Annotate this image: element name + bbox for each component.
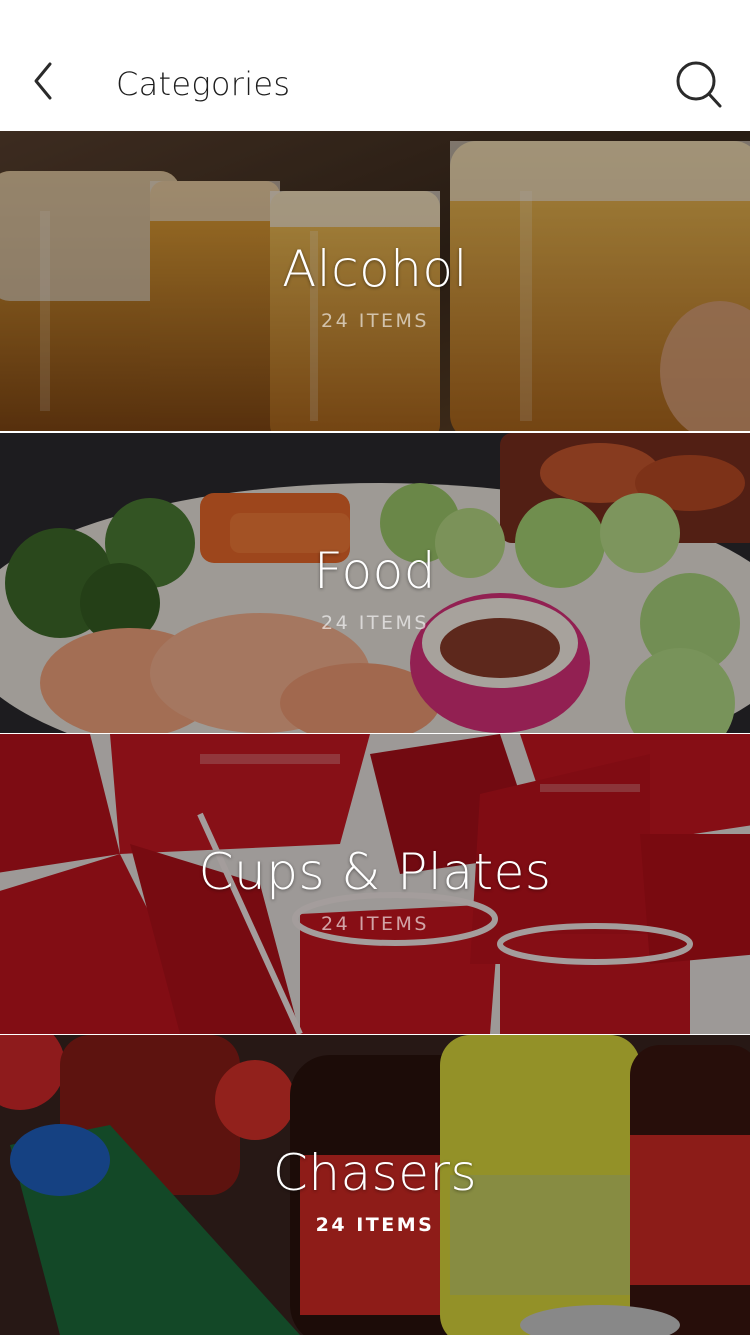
category-card-food[interactable]: Food 24 ITEMS	[0, 433, 750, 733]
page-title: Categories	[116, 65, 291, 103]
card-caption: Chasers 24 ITEMS	[0, 1143, 750, 1237]
search-button[interactable]	[670, 58, 726, 114]
category-card-cups-plates[interactable]: Cups & Plates 24 ITEMS	[0, 734, 750, 1034]
nav-header: Categories	[0, 0, 750, 131]
category-title: Chasers	[272, 1144, 478, 1202]
category-list: Alcohol 24 ITEMS Food 24 ITEMS Cups & Pl…	[0, 131, 750, 1335]
search-icon	[672, 58, 724, 114]
category-card-alcohol[interactable]: Alcohol 24 ITEMS	[0, 131, 750, 431]
card-caption: Cups & Plates 24 ITEMS	[0, 842, 750, 936]
app-screen: Categories Alcohol 24 ITEMS Food 24 ITEM…	[0, 0, 750, 1335]
category-card-chasers[interactable]: Chasers 24 ITEMS	[0, 1035, 750, 1335]
category-title: Food	[314, 542, 436, 600]
category-count: 24 ITEMS	[321, 913, 429, 935]
category-title: Alcohol	[282, 240, 468, 298]
card-caption: Alcohol 24 ITEMS	[0, 239, 750, 333]
card-caption: Food 24 ITEMS	[0, 541, 750, 635]
category-count: 24 ITEMS	[321, 612, 429, 634]
back-button[interactable]	[20, 58, 66, 108]
category-count: 24 ITEMS	[321, 310, 429, 332]
category-count: 24 ITEMS	[315, 1214, 435, 1236]
category-title: Cups & Plates	[198, 843, 552, 901]
chevron-left-icon	[28, 60, 58, 106]
